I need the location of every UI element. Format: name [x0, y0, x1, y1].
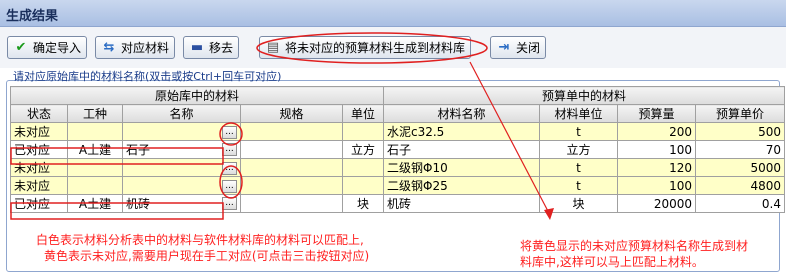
highlight-matched-row-box: [10, 202, 224, 220]
annotation-right: 将黄色显示的未对应预算材料名称生成到材 料库中,这样可以马上匹配上材料。: [520, 238, 748, 270]
highlight-picker-ellipse: [219, 122, 243, 146]
annotation-arrow-head: [544, 208, 554, 220]
highlight-matched-row-box: [10, 147, 224, 165]
annotation-left-line1: 白色表示材料分析表中的材料与软件材料库的材料可以匹配上,: [36, 233, 364, 247]
annotation-left-line2: 黄色表示未对应,需要用户现在手工对应(可点击三击按钮对应): [44, 249, 370, 263]
annotation-right-line2: 料库中,这样可以马上匹配上材料。: [520, 255, 704, 269]
highlight-picker-ellipse: [219, 165, 243, 199]
annotation-right-line1: 将黄色显示的未对应预算材料名称生成到材: [520, 239, 749, 253]
annotation-arrow-line: [469, 61, 551, 216]
highlight-generate-button-ellipse: [256, 32, 488, 64]
annotation-left: 白色表示材料分析表中的材料与软件材料库的材料可以匹配上, 黄色表示未对应,需要用…: [36, 232, 369, 264]
